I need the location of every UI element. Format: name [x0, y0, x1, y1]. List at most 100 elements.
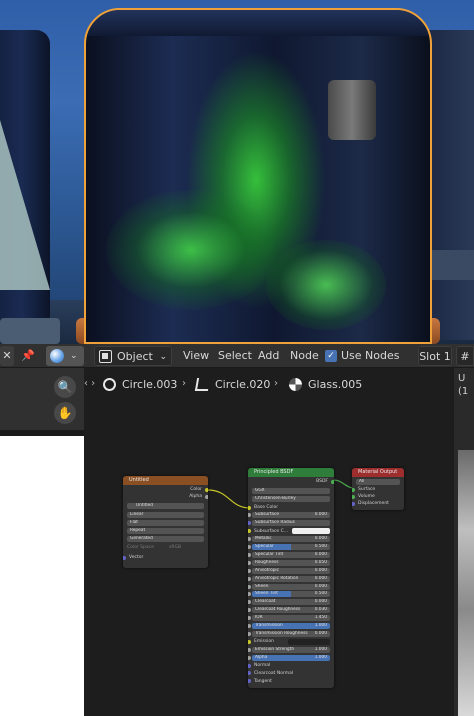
projection-dropdown[interactable]: Flat: [127, 519, 204, 526]
value-slider[interactable]: Alpha 1.000: [252, 654, 330, 661]
menu-select[interactable]: Select: [218, 346, 252, 366]
hash-button[interactable]: #: [456, 346, 474, 366]
color-swatch[interactable]: [288, 638, 330, 645]
selected-glass-jar[interactable]: [84, 8, 432, 344]
bsdf-input-row: Specular Tint 0.000: [248, 551, 334, 558]
socket[interactable]: [248, 592, 251, 597]
close-icon[interactable]: ✕: [0, 346, 14, 366]
input-label: Alpha: [255, 654, 268, 660]
distribution-dropdown[interactable]: GGX: [252, 487, 330, 494]
socket[interactable]: [331, 479, 334, 484]
pin-icon[interactable]: 📌: [18, 346, 38, 366]
bsdf-input-row: IOR 1.450: [248, 615, 334, 622]
object-icon: [99, 350, 112, 363]
socket[interactable]: [352, 501, 355, 506]
value-slider[interactable]: Anisotropic 0.000: [252, 567, 330, 574]
extension-dropdown[interactable]: Repeat: [127, 527, 204, 534]
socket[interactable]: [205, 494, 208, 499]
object-mode-dropdown[interactable]: Object ⌄: [94, 346, 172, 366]
input-label: Emission: [254, 639, 275, 645]
value-slider[interactable]: Subsurface 0.000: [252, 512, 330, 519]
socket[interactable]: [248, 639, 251, 644]
material-output-node[interactable]: Material Output All Surface Volume Displ…: [352, 468, 404, 510]
image-texture-node[interactable]: Untitled Color Alpha Untitled Linear Fla…: [123, 476, 208, 568]
target-row: All: [352, 478, 404, 485]
socket[interactable]: [248, 663, 251, 668]
shader-type-dropdown[interactable]: ⌄: [46, 346, 84, 366]
socket[interactable]: [248, 568, 251, 573]
value-slider[interactable]: Emission Strength 1.000: [252, 646, 330, 653]
socket[interactable]: [248, 552, 251, 557]
value-slider[interactable]: IOR 1.450: [252, 615, 330, 622]
image-datablock-field[interactable]: Untitled: [127, 502, 204, 509]
extension-row: Repeat: [123, 527, 208, 534]
value-slider[interactable]: Sheen 0.000: [252, 583, 330, 590]
node-editor-canvas[interactable]: ‹ › Circle.003 › Circle.020 › Glass.005 …: [84, 368, 454, 716]
value-slider[interactable]: Clearcoat Roughness 0.030: [252, 607, 330, 614]
input-label: Tangent: [254, 678, 272, 684]
socket[interactable]: [248, 521, 251, 526]
jar-rim: [86, 10, 430, 36]
principled-bsdf-node[interactable]: Principled BSDF BSDF GGX Christensen-Bur…: [248, 468, 334, 688]
object-mode-label: Object: [117, 350, 153, 363]
value-slider[interactable]: Clearcoat 0.000: [252, 599, 330, 606]
socket[interactable]: [248, 616, 251, 621]
value-slider[interactable]: Subsurface Radius: [252, 520, 330, 527]
socket[interactable]: [248, 584, 251, 589]
source-dropdown[interactable]: Generated: [127, 535, 204, 542]
socket[interactable]: [248, 608, 251, 613]
hand-pan-icon[interactable]: ✋: [54, 402, 76, 424]
socket[interactable]: [205, 487, 208, 492]
output-alpha: Alpha: [123, 493, 208, 500]
subsurface-method-dropdown[interactable]: Christensen-Burley: [252, 495, 330, 502]
input-label: Clearcoat: [255, 599, 276, 605]
use-nodes-toggle[interactable]: ✓ Use Nodes: [325, 346, 400, 366]
interpolation-dropdown[interactable]: Linear: [127, 511, 204, 518]
value-slider[interactable]: Metallic 0.000: [252, 536, 330, 543]
socket[interactable]: [248, 631, 251, 636]
socket[interactable]: [248, 647, 251, 652]
value-slider[interactable]: Specular 0.500: [252, 544, 330, 550]
bsdf-input-row: Metallic 0.000: [248, 536, 334, 543]
node-title: Principled BSDF: [248, 468, 334, 477]
input-label: Specular Tint: [255, 551, 284, 557]
socket[interactable]: [248, 505, 251, 510]
padlock: [328, 80, 376, 140]
checkbox-icon: ✓: [325, 350, 337, 362]
zoom-icon[interactable]: 🔍: [54, 376, 76, 398]
socket[interactable]: [248, 576, 251, 581]
socket[interactable]: [248, 624, 251, 628]
menu-node[interactable]: Node: [290, 346, 319, 366]
value-slider[interactable]: Specular Tint 0.000: [252, 551, 330, 558]
source-row: Generated: [123, 535, 208, 542]
material-sphere-icon: [50, 349, 64, 363]
socket[interactable]: [352, 494, 355, 499]
socket[interactable]: [248, 513, 251, 518]
bsdf-input-row: Alpha 1.000: [248, 654, 334, 661]
menu-view[interactable]: View: [183, 346, 209, 366]
input-surface: Surface: [352, 486, 404, 493]
socket[interactable]: [248, 537, 251, 542]
socket[interactable]: [123, 555, 126, 560]
color-swatch[interactable]: [292, 528, 330, 535]
socket[interactable]: [248, 600, 251, 605]
material-slot-dropdown[interactable]: Slot 1: [418, 346, 452, 366]
socket[interactable]: [248, 560, 251, 565]
value-slider[interactable]: Transmission 1.000: [252, 623, 330, 629]
socket[interactable]: [352, 487, 355, 492]
3d-viewport[interactable]: [0, 0, 474, 344]
input-value: 0.000: [314, 575, 327, 581]
value-slider[interactable]: Transmission Roughness 0.000: [252, 630, 330, 637]
socket[interactable]: [248, 545, 251, 549]
target-dropdown[interactable]: All: [356, 478, 400, 485]
value-slider[interactable]: Sheen Tint 0.500: [252, 591, 330, 598]
output-color: Color: [123, 486, 208, 493]
viewport-right-shelf: [430, 250, 474, 280]
input-value: 0.050: [314, 559, 327, 565]
socket[interactable]: [248, 655, 251, 660]
input-value: 1.000: [314, 654, 327, 660]
menu-add[interactable]: Add: [258, 346, 279, 366]
subsurface-method-row: Christensen-Burley: [248, 495, 334, 502]
value-slider[interactable]: Roughness 0.050: [252, 559, 330, 566]
value-slider[interactable]: Anisotropic Rotation 0.000: [252, 575, 330, 582]
